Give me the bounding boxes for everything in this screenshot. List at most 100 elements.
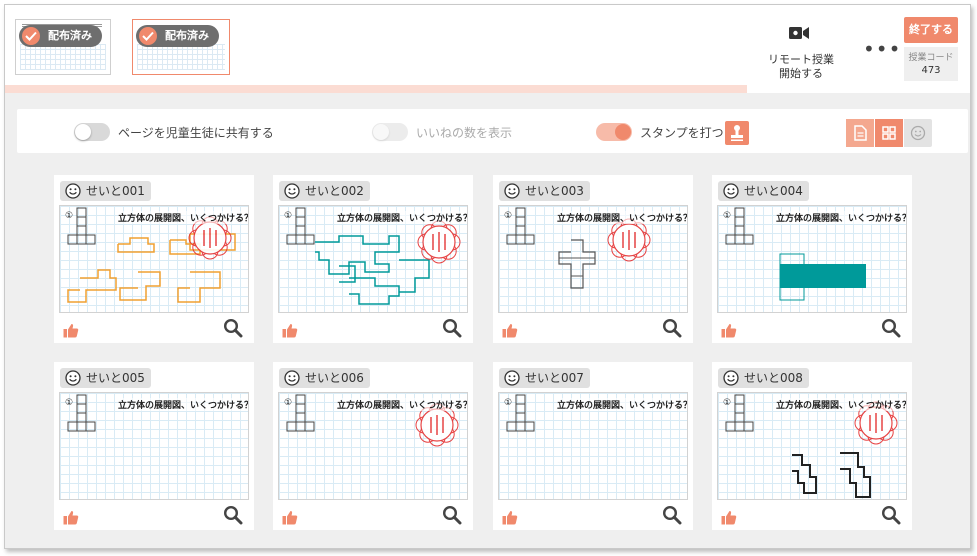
student-name: せいと003 xyxy=(525,184,584,198)
question-marker: ① xyxy=(723,398,731,408)
thumbnail-grid xyxy=(137,44,225,70)
topbar-accent-strip xyxy=(5,85,747,93)
toggle-knob xyxy=(615,124,631,140)
toolbar: ページを児童生徒に共有する いいねの数を表示 スタンプを打つ xyxy=(17,109,968,153)
thumbs-up-icon[interactable] xyxy=(721,510,737,529)
question-marker: ① xyxy=(504,398,512,408)
zoom-magnifier-icon[interactable] xyxy=(442,318,462,342)
stamp-label: スタンプを打つ xyxy=(640,126,724,140)
smiley-icon xyxy=(723,370,739,392)
question-title: 立方体の展開図、いくつかける？ xyxy=(776,398,906,411)
question-marker: ① xyxy=(65,211,73,221)
zoom-magnifier-icon[interactable] xyxy=(223,318,243,342)
stamp-toggle[interactable] xyxy=(596,123,632,141)
question-title: 立方体の展開図、いくつかける？ xyxy=(118,398,248,411)
student-worksheet[interactable]: ① 立方体の展開図、いくつかける？ xyxy=(498,392,688,500)
zoom-magnifier-icon[interactable] xyxy=(881,318,901,342)
student-card[interactable]: せいと005 ① 立方体の展開図、いくつかける？ xyxy=(54,362,254,530)
share-page-toggle[interactable] xyxy=(74,123,110,141)
single-page-view-button[interactable] xyxy=(846,119,874,147)
student-name: せいと005 xyxy=(86,371,145,385)
document-icon xyxy=(854,125,867,141)
student-worksheet[interactable]: ① 立方体の展開図、いくつかける？ xyxy=(717,205,907,313)
distributed-badge-label: 配布済み xyxy=(165,29,209,42)
class-code-value: 473 xyxy=(921,65,941,76)
student-name-tag: せいと006 xyxy=(279,368,370,388)
question-marker: ① xyxy=(284,398,292,408)
remote-lesson-label-line1: リモート授業 xyxy=(768,53,834,66)
smiley-icon xyxy=(723,183,739,205)
smiley-icon xyxy=(504,183,520,205)
question-title: 立方体の展開図、いくつかける？ xyxy=(118,211,248,224)
student-name-tag: せいと002 xyxy=(279,181,370,201)
student-name-tag: せいと003 xyxy=(499,181,590,201)
grid-icon xyxy=(882,126,896,140)
student-name: せいと002 xyxy=(305,184,364,198)
student-name-tag: せいと001 xyxy=(60,181,151,201)
stamp-icon xyxy=(731,125,743,141)
smiley-icon xyxy=(65,370,81,392)
student-worksheet[interactable]: ① 立方体の展開図、いくつかける？ xyxy=(717,392,907,500)
more-dots-icon[interactable]: ••• xyxy=(863,39,901,59)
student-card[interactable]: せいと008 ① 立方体の展開図、いくつかける？ xyxy=(712,362,912,530)
smiley-icon xyxy=(910,125,926,141)
page-thumbnail-1[interactable]: 配布済み xyxy=(15,19,111,75)
student-name: せいと006 xyxy=(305,371,364,385)
thumbs-up-icon[interactable] xyxy=(502,510,518,529)
page-thumbnail-2[interactable]: 配布済み xyxy=(132,19,230,75)
smiley-icon xyxy=(284,183,300,205)
video-camera-icon xyxy=(789,25,809,44)
zoom-magnifier-icon[interactable] xyxy=(223,505,243,529)
student-card[interactable]: せいと006 ① 立方体の展開図、いくつかける？ xyxy=(273,362,473,530)
student-name: せいと004 xyxy=(744,184,803,198)
question-marker: ① xyxy=(504,211,512,221)
thumbs-up-icon[interactable] xyxy=(282,510,298,529)
student-name-tag: せいと007 xyxy=(499,368,590,388)
grid-view-button[interactable] xyxy=(875,119,903,147)
zoom-magnifier-icon[interactable] xyxy=(662,318,682,342)
question-title: 立方体の展開図、いくつかける？ xyxy=(337,211,467,224)
thumbs-up-icon[interactable] xyxy=(63,510,79,529)
student-card[interactable]: せいと007 ① 立方体の展開図、いくつかける？ xyxy=(493,362,693,530)
stamp-button[interactable] xyxy=(725,121,749,145)
question-marker: ① xyxy=(65,398,73,408)
student-worksheet[interactable]: ① 立方体の展開図、いくつかける？ xyxy=(498,205,688,313)
thumbs-up-icon[interactable] xyxy=(63,323,79,342)
student-worksheet[interactable]: ① 立方体の展開図、いくつかける？ xyxy=(278,392,468,500)
student-card[interactable]: せいと001 ① 立方体の展開図、いくつかける？ xyxy=(54,175,254,343)
show-likes-toggle[interactable] xyxy=(372,123,408,141)
student-name-tag: せいと004 xyxy=(718,181,809,201)
distributed-badge-label: 配布済み xyxy=(48,29,92,42)
question-marker: ① xyxy=(284,211,292,221)
student-card[interactable]: せいと003 ① 立方体の展開図、いくつかける？ xyxy=(493,175,693,343)
student-name: せいと001 xyxy=(86,184,145,198)
question-title: 立方体の展開図、いくつかける？ xyxy=(337,398,467,411)
question-title: 立方体の展開図、いくつかける？ xyxy=(776,211,906,224)
top-bar: 配布済み 配布済み リモート授業 開始する ••• 終了する 授業コード 473 xyxy=(5,5,970,93)
thumbs-up-icon[interactable] xyxy=(282,323,298,342)
student-name-tag: せいと008 xyxy=(718,368,809,388)
student-card[interactable]: せいと004 ① 立方体の展開図、いくつかける？ xyxy=(712,175,912,343)
student-card[interactable]: せいと002 ① 立方体の展開図、いくつかける？ xyxy=(273,175,473,343)
zoom-magnifier-icon[interactable] xyxy=(881,505,901,529)
end-lesson-button[interactable]: 終了する xyxy=(904,17,958,43)
smiley-icon xyxy=(504,370,520,392)
student-worksheet[interactable]: ① 立方体の展開図、いくつかける？ xyxy=(59,392,249,500)
thumbnail-grid xyxy=(20,44,106,70)
student-name-tag: せいと005 xyxy=(60,368,151,388)
question-title: 立方体の展開図、いくつかける？ xyxy=(557,398,687,411)
reaction-view-button[interactable] xyxy=(904,119,932,147)
thumbs-up-icon[interactable] xyxy=(502,323,518,342)
smiley-icon xyxy=(284,370,300,392)
remote-lesson-label: リモート授業 開始する xyxy=(761,53,841,81)
zoom-magnifier-icon[interactable] xyxy=(442,505,462,529)
app-window: 配布済み 配布済み リモート授業 開始する ••• 終了する 授業コード 473… xyxy=(4,4,971,549)
student-worksheet[interactable]: ① 立方体の展開図、いくつかける？ xyxy=(278,205,468,313)
zoom-magnifier-icon[interactable] xyxy=(662,505,682,529)
toggle-knob xyxy=(75,124,91,140)
smiley-icon xyxy=(65,183,81,205)
thumbs-up-icon[interactable] xyxy=(721,323,737,342)
check-icon xyxy=(139,27,157,45)
student-name: せいと008 xyxy=(744,371,803,385)
student-worksheet[interactable]: ① 立方体の展開図、いくつかける？ xyxy=(59,205,249,313)
